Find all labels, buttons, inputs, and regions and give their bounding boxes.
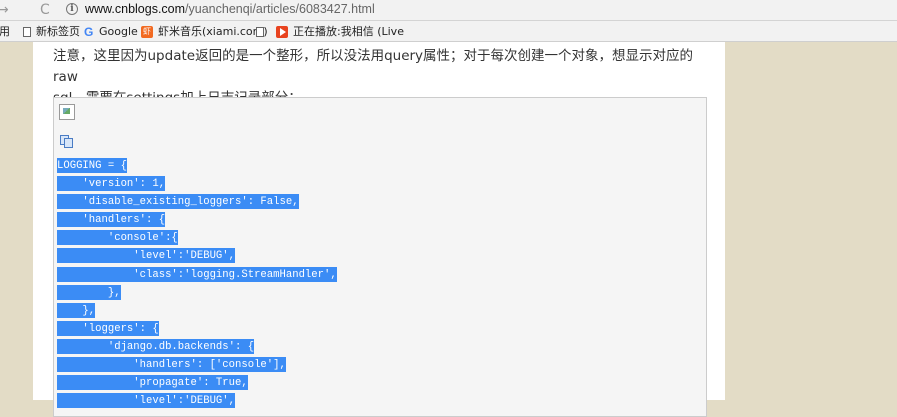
code-line: 'class':'logging.StreamHandler', [57, 266, 337, 284]
code-block: LOGGING = { 'version': 1, 'disable_exist… [53, 97, 707, 417]
bookmark-label: 应用 [0, 25, 10, 38]
code-text[interactable]: LOGGING = { 'version': 1, 'disable_exist… [57, 157, 337, 410]
bookmark-label: 虾米音乐(xiami.com) [158, 25, 268, 38]
code-line-text: 'propagate': True, [57, 375, 248, 391]
bookmark-xiami[interactable]: 虾 虾米音乐(xiami.com) [141, 24, 268, 39]
bookmark-apps[interactable]: 应用 [0, 24, 10, 39]
code-line-text: 'level':'DEBUG', [57, 393, 236, 409]
code-line: 'level':'DEBUG', [57, 247, 337, 265]
code-line-text: }, [57, 284, 121, 300]
code-line: }, [57, 302, 337, 320]
code-line-text: 'version': 1, [57, 176, 166, 192]
bookmark-label: Google [99, 25, 138, 38]
page-icon [23, 26, 31, 37]
code-line-text: 'handlers': { [57, 212, 166, 228]
code-line-text: 'console':{ [57, 230, 178, 246]
bookmarks-bar: 应用 新标签页 G Google 虾 虾米音乐(xiami.com) 正在播放:… [0, 21, 897, 42]
copy-page-front [64, 138, 73, 148]
code-line-text: 'level':'DEBUG', [57, 248, 236, 264]
reload-icon[interactable]: C [40, 1, 50, 19]
code-line-text: 'django.db.backends': { [57, 338, 255, 354]
paragraph-line: 注意，这里因为update返回的是一个整形，所以没法用query属性；对于每次创… [53, 48, 694, 85]
address-bar[interactable]: → C i www.cnblogs.com/yuanchenqi/article… [0, 0, 897, 21]
bookmark-label: 正在播放:我相信 (Live [293, 25, 404, 38]
bookmark-label: 新标签页 [36, 25, 80, 38]
xiami-icon: 虾 [141, 25, 153, 38]
bookmark-blank[interactable] [256, 24, 269, 39]
code-line-text: 'class':'logging.StreamHandler', [57, 266, 337, 282]
bookmark-new-tab[interactable]: 新标签页 [23, 24, 80, 39]
code-line: 'version': 1, [57, 175, 337, 193]
code-line-text: LOGGING = { [57, 158, 127, 173]
bookmark-google[interactable]: G Google [84, 24, 138, 39]
code-line: 'console':{ [57, 229, 337, 247]
play-icon [276, 25, 288, 38]
code-line: 'disable_existing_loggers': False, [57, 193, 337, 211]
code-line: 'loggers': { [57, 320, 337, 338]
url-path: /yuanchenqi/articles/6083427.html [185, 2, 375, 16]
info-icon[interactable]: i [66, 3, 78, 15]
code-line-text: }, [57, 302, 96, 318]
copy-code-icon[interactable] [60, 135, 74, 148]
code-line: 'django.db.backends': { [57, 338, 337, 356]
code-line-text: 'disable_existing_loggers': False, [57, 194, 299, 210]
back-arrow-icon[interactable]: → [0, 1, 9, 19]
bookmark-now-playing[interactable]: 正在播放:我相信 (Live [276, 24, 404, 39]
code-line: 'level':'DEBUG', [57, 392, 337, 410]
code-line-text: 'loggers': { [57, 320, 159, 336]
article-content: 注意，这里因为update返回的是一个整形，所以没法用query属性；对于每次创… [33, 42, 725, 417]
broken-image-icon [59, 104, 75, 120]
url-text[interactable]: www.cnblogs.com/yuanchenqi/articles/6083… [85, 2, 375, 16]
page-icon [256, 26, 264, 37]
code-line: 'handlers': ['console'], [57, 356, 337, 374]
url-host: www.cnblogs.com [85, 2, 186, 16]
code-line: }, [57, 284, 337, 302]
code-line: 'handlers': { [57, 211, 337, 229]
code-line-text: 'handlers': ['console'], [57, 357, 286, 373]
code-line: 'propagate': True, [57, 374, 337, 392]
google-icon: G [84, 24, 94, 39]
code-line: LOGGING = { [57, 157, 337, 175]
